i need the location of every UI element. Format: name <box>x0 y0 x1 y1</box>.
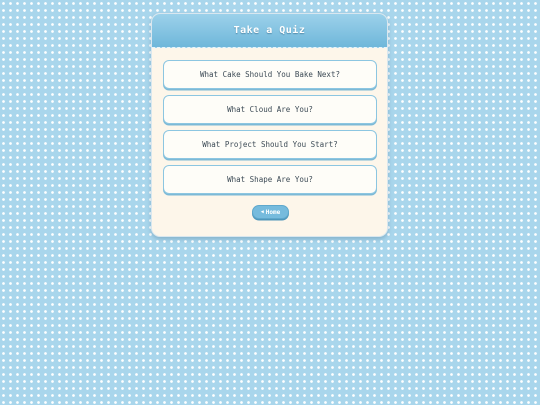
page-title: Take a Quiz <box>233 25 306 36</box>
quiz-button-cloud[interactable]: What Cloud Are You? <box>163 95 377 124</box>
quiz-button-shape[interactable]: What Shape Are You? <box>163 165 377 194</box>
quiz-button-cake[interactable]: What Cake Should You Bake Next? <box>163 60 377 89</box>
card-header: Take a Quiz <box>152 14 387 48</box>
home-button-label: Home <box>265 208 281 216</box>
quiz-card: Take a Quiz What Cake Should You Bake Ne… <box>151 13 388 237</box>
back-arrow-icon: ◀ <box>260 208 264 215</box>
quiz-button-project[interactable]: What Project Should You Start? <box>163 130 377 159</box>
home-button[interactable]: ◀ Home <box>252 205 289 219</box>
quiz-list: What Cake Should You Bake Next? What Clo… <box>163 60 377 200</box>
